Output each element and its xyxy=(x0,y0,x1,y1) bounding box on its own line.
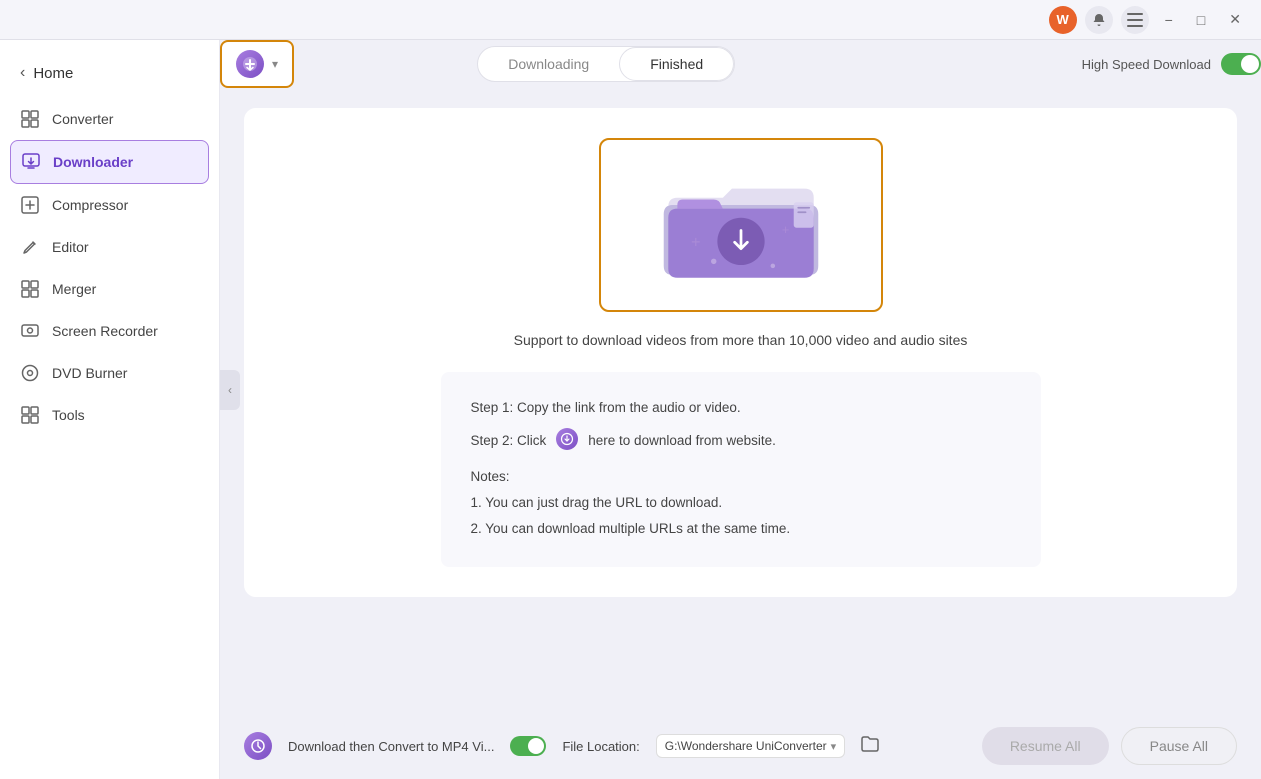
notes-title: Notes: xyxy=(471,465,1011,489)
note1: 1. You can just drag the URL to download… xyxy=(471,491,1011,515)
content-panel: + + Support to download videos from more… xyxy=(244,108,1237,597)
converter-label: Converter xyxy=(52,111,113,127)
file-path-text: G:\Wondershare UniConverter xyxy=(665,739,827,753)
tab-group: Downloading Finished xyxy=(477,46,735,82)
back-arrow-icon: ‹ xyxy=(20,64,25,82)
file-path-selector[interactable]: G:\Wondershare UniConverter ▾ xyxy=(656,734,845,758)
tab-downloading[interactable]: Downloading xyxy=(478,47,619,81)
add-download-icon xyxy=(236,50,264,78)
tab-finished[interactable]: Finished xyxy=(619,47,734,81)
compressor-label: Compressor xyxy=(52,197,128,213)
illustration-box: + + xyxy=(599,138,883,312)
folder-svg: + + xyxy=(641,160,841,290)
sidebar-item-downloader[interactable]: Downloader xyxy=(10,140,209,184)
resume-all-button[interactable]: Resume All xyxy=(982,727,1109,765)
action-buttons: Resume All Pause All xyxy=(982,727,1237,765)
maximize-button[interactable]: □ xyxy=(1189,8,1213,32)
sidebar-back-label: Home xyxy=(33,65,73,82)
pause-all-button[interactable]: Pause All xyxy=(1121,727,1237,765)
tools-label: Tools xyxy=(52,407,85,423)
titlebar: W − □ ✕ xyxy=(0,0,1261,40)
support-text: Support to download videos from more tha… xyxy=(514,332,968,348)
merger-icon xyxy=(20,279,40,299)
speed-toggle-switch[interactable] xyxy=(1221,53,1261,75)
sidebar-item-editor[interactable]: Editor xyxy=(0,226,219,268)
dvd-burner-label: DVD Burner xyxy=(52,365,127,381)
topbar: ▾ Downloading Finished High Speed Downlo… xyxy=(220,40,1261,88)
sidebar-item-converter[interactable]: Converter xyxy=(0,98,219,140)
dvd-burner-icon xyxy=(20,363,40,383)
screen-recorder-icon xyxy=(20,321,40,341)
collapse-icon: ‹ xyxy=(228,383,232,397)
app-body: ‹ Home Converter Do xyxy=(0,40,1261,779)
file-path-dropdown-icon: ▾ xyxy=(831,740,837,753)
speed-toggle-group: High Speed Download xyxy=(1082,53,1261,75)
step2-row: Step 2: Click here to download from webs… xyxy=(471,428,1011,454)
step1-row: Step 1: Copy the link from the audio or … xyxy=(471,396,1011,420)
sidebar: ‹ Home Converter Do xyxy=(0,40,220,779)
editor-label: Editor xyxy=(52,239,89,255)
bell-button[interactable] xyxy=(1085,6,1113,34)
downloader-icon xyxy=(21,152,41,172)
main-area: ▾ Downloading Finished High Speed Downlo… xyxy=(220,40,1261,779)
file-location-label: File Location: xyxy=(562,739,639,754)
compressor-icon xyxy=(20,195,40,215)
step2-suffix: here to download from website. xyxy=(588,429,776,453)
user-avatar: W xyxy=(1049,6,1077,34)
open-folder-button[interactable] xyxy=(861,736,879,757)
convert-label: Download then Convert to MP4 Vi... xyxy=(288,739,494,754)
tools-icon xyxy=(20,405,40,425)
convert-toggle[interactable] xyxy=(510,736,546,756)
screen-recorder-label: Screen Recorder xyxy=(52,323,158,339)
editor-icon xyxy=(20,237,40,257)
merger-label: Merger xyxy=(52,281,96,297)
sidebar-item-dvd-burner[interactable]: DVD Burner xyxy=(0,352,219,394)
sidebar-back[interactable]: ‹ Home xyxy=(0,56,219,98)
center-area: + + Support to download videos from more… xyxy=(220,108,1261,713)
add-btn-arrow: ▾ xyxy=(272,57,278,71)
notes-section: Notes: 1. You can just drag the URL to d… xyxy=(471,465,1011,542)
convert-icon xyxy=(244,732,272,760)
sidebar-item-compressor[interactable]: Compressor xyxy=(0,184,219,226)
sidebar-item-merger[interactable]: Merger xyxy=(0,268,219,310)
minimize-button[interactable]: − xyxy=(1157,8,1181,32)
steps-box: Step 1: Copy the link from the audio or … xyxy=(441,372,1041,567)
note2: 2. You can download multiple URLs at the… xyxy=(471,517,1011,541)
step2-prefix: Step 2: Click xyxy=(471,429,547,453)
sidebar-collapse-btn[interactable]: ‹ xyxy=(220,370,240,410)
svg-text:+: + xyxy=(781,222,788,237)
sidebar-item-tools[interactable]: Tools xyxy=(0,394,219,436)
svg-text:+: + xyxy=(691,234,701,252)
close-button[interactable]: ✕ xyxy=(1221,7,1249,32)
step1-text: Step 1: Copy the link from the audio or … xyxy=(471,396,741,420)
add-download-button[interactable]: ▾ xyxy=(220,40,294,88)
sidebar-item-screen-recorder[interactable]: Screen Recorder xyxy=(0,310,219,352)
menu-button[interactable] xyxy=(1121,6,1149,34)
step2-icon xyxy=(556,428,578,450)
speed-toggle-label: High Speed Download xyxy=(1082,57,1211,72)
bottom-bar: Download then Convert to MP4 Vi... File … xyxy=(220,713,1261,779)
converter-icon xyxy=(20,109,40,129)
downloader-label: Downloader xyxy=(53,154,133,170)
